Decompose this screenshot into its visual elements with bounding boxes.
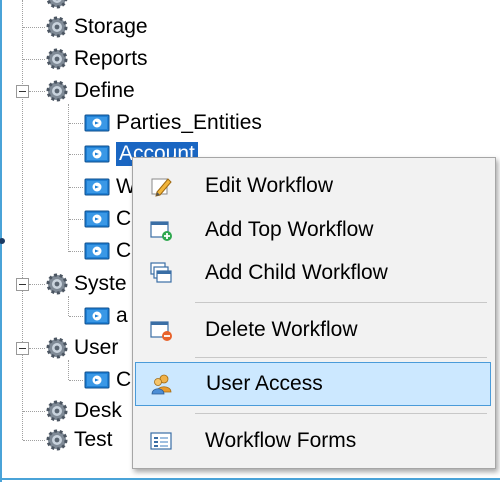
gear-icon bbox=[46, 400, 68, 422]
window-frame-bottom bbox=[0, 478, 500, 480]
tree-line bbox=[69, 380, 83, 381]
menu-item-user-access[interactable]: User Access bbox=[135, 362, 491, 406]
tree-line bbox=[68, 296, 69, 316]
tree-node-parties-entities[interactable]: Parties_Entities bbox=[84, 109, 262, 137]
tree-node-label: Reports bbox=[74, 47, 148, 70]
gear-icon bbox=[46, 48, 68, 70]
workflow-icon bbox=[84, 114, 110, 132]
gear-icon bbox=[46, 80, 68, 102]
tree-line bbox=[69, 251, 83, 252]
context-menu: Edit Workflow Add Top Workflow Add Child… bbox=[132, 157, 496, 469]
tree-node-c[interactable]: C bbox=[84, 366, 131, 394]
tree-node-a[interactable]: a bbox=[84, 302, 128, 330]
tree-line bbox=[68, 360, 69, 380]
tree-node-label: C bbox=[116, 368, 132, 391]
gear-icon bbox=[46, 337, 68, 359]
tree-line bbox=[69, 123, 83, 124]
tree-node-storage[interactable]: Storage bbox=[46, 13, 148, 41]
add-window-icon bbox=[150, 221, 172, 241]
users-icon bbox=[151, 374, 172, 395]
pencil-icon bbox=[151, 178, 172, 197]
workflow-icon bbox=[84, 210, 110, 228]
tree-node-c[interactable]: C bbox=[84, 205, 131, 233]
gear-icon bbox=[46, 429, 68, 451]
tree-node-label: Desk bbox=[74, 399, 122, 422]
tree-node-label: C bbox=[116, 207, 132, 230]
stacked-windows-icon bbox=[150, 262, 172, 283]
tree-line bbox=[29, 348, 45, 349]
menu-item-label: Add Child Workflow bbox=[205, 261, 388, 284]
tree-line bbox=[23, 27, 45, 28]
tree-node-user[interactable]: User bbox=[46, 334, 118, 362]
gear-icon bbox=[46, 16, 68, 38]
menu-item-add-top-workflow[interactable]: Add Top Workflow bbox=[135, 208, 491, 252]
tree-node-label: Syste bbox=[74, 272, 127, 295]
delete-window-icon bbox=[150, 321, 172, 341]
menu-item-label: Workflow Forms bbox=[205, 429, 357, 452]
menu-separator bbox=[195, 357, 487, 358]
collapse-toggle[interactable] bbox=[16, 342, 29, 355]
tree-node-label: Test bbox=[74, 428, 113, 451]
collapse-toggle[interactable] bbox=[16, 85, 29, 98]
menu-separator bbox=[195, 302, 487, 303]
tree-line bbox=[68, 104, 69, 252]
gear-icon bbox=[46, 0, 68, 9]
tree-line bbox=[22, 0, 23, 440]
workflow-icon bbox=[84, 307, 110, 325]
tree-line bbox=[23, 440, 45, 441]
workflow-icon bbox=[84, 178, 110, 196]
form-icon bbox=[150, 432, 172, 450]
workflow-icon bbox=[84, 371, 110, 389]
menu-item-label: Add Top Workflow bbox=[205, 218, 374, 241]
menu-separator bbox=[195, 413, 487, 414]
menu-item-label: Delete Workflow bbox=[205, 318, 358, 341]
menu-item-add-child-workflow[interactable]: Add Child Workflow bbox=[135, 251, 491, 295]
tree-node-system[interactable]: Syste bbox=[46, 270, 127, 298]
tree-node-label: C bbox=[116, 239, 132, 262]
tree-node-label: Define bbox=[74, 79, 135, 102]
tree-line bbox=[69, 187, 83, 188]
tree-node-label: Storage bbox=[74, 15, 148, 38]
tree-line bbox=[23, 411, 45, 412]
menu-item-delete-workflow[interactable]: Delete Workflow bbox=[135, 308, 491, 352]
menu-item-label: Edit Workflow bbox=[205, 174, 333, 197]
tree-node-desk[interactable]: Desk bbox=[46, 397, 122, 425]
tree-line bbox=[69, 219, 83, 220]
workflow-icon bbox=[84, 145, 110, 163]
tree-node-label: User bbox=[74, 336, 119, 359]
menu-item-edit-workflow[interactable]: Edit Workflow bbox=[135, 164, 491, 208]
tree-node-label: a bbox=[116, 304, 128, 327]
tree-line bbox=[29, 91, 45, 92]
tree-node-c[interactable]: C bbox=[84, 237, 131, 265]
tree-line bbox=[69, 316, 83, 317]
tree-node-test[interactable]: Test bbox=[46, 426, 113, 454]
tree-node-label: Parties_Entities bbox=[116, 111, 262, 134]
collapse-toggle[interactable] bbox=[16, 278, 29, 291]
tree-node-cutoff bbox=[46, 0, 74, 12]
tree-node-w[interactable]: W bbox=[84, 173, 136, 201]
menu-item-workflow-forms[interactable]: Workflow Forms bbox=[135, 419, 491, 463]
tree-node-define[interactable]: Define bbox=[46, 77, 135, 105]
tree-node-reports[interactable]: Reports bbox=[46, 45, 148, 73]
workflow-icon bbox=[84, 242, 110, 260]
menu-item-label: User Access bbox=[206, 372, 323, 395]
tree-line bbox=[29, 284, 45, 285]
gear-icon bbox=[46, 273, 68, 295]
tree-line bbox=[23, 59, 45, 60]
tree-line bbox=[69, 154, 83, 155]
